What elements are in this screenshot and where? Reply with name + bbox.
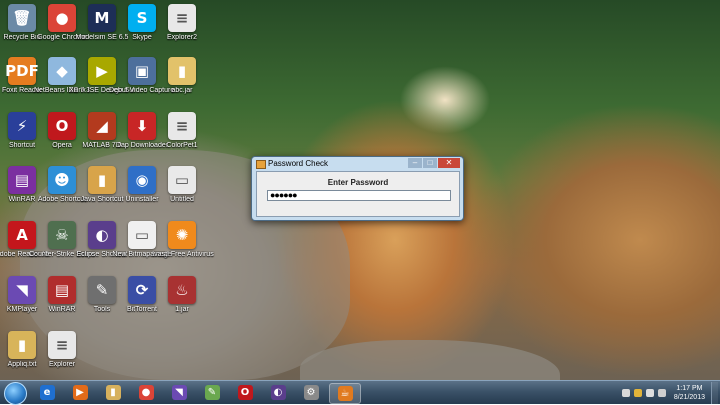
- tray-arrow-icon[interactable]: [621, 388, 630, 397]
- eclipse-icon: ◐: [270, 385, 286, 400]
- clock-time: 1:17 PM: [676, 384, 703, 392]
- start-button[interactable]: [4, 382, 27, 405]
- enter-password-label: Enter Password: [327, 178, 389, 187]
- desktop-icon[interactable]: ♨ 1.jar: [149, 276, 215, 314]
- maximize-button[interactable]: □: [423, 158, 437, 168]
- java-icon: ☕: [337, 386, 353, 401]
- dialog-content: Enter Password ●●●●●●: [256, 171, 460, 217]
- network-icon[interactable]: [645, 388, 654, 397]
- desktop-icon[interactable]: ≡ Explorer: [29, 331, 95, 369]
- show-desktop-button[interactable]: [711, 381, 718, 404]
- media-player-icon: ▶: [72, 385, 88, 400]
- java-icon: [256, 160, 266, 169]
- window-title: Password Check: [268, 159, 329, 168]
- taskbar-button[interactable]: ▮: [98, 383, 128, 402]
- taskbar-button[interactable]: ✎: [197, 383, 227, 402]
- clock[interactable]: 1:17 PM 8/21/2013: [674, 384, 705, 402]
- text-file-icon: ≡: [168, 112, 196, 140]
- avast-icon: ✺: [168, 221, 196, 249]
- taskbar-button[interactable]: ☕: [329, 383, 361, 404]
- flag-icon[interactable]: [633, 388, 642, 397]
- desktop-icon-label: Explorer: [48, 361, 76, 368]
- internet-explorer-icon: e: [39, 385, 55, 400]
- desktop: 🗑 Recycle Bin ● Google Chrome M Modelsim SE 6…: [0, 0, 720, 380]
- taskbar: e ▶ ▮ ● ◥ ✎ O ◐ ⚙ ☕ 1:17 PM 8/21/2013: [0, 380, 720, 405]
- text-file-icon: ≡: [168, 4, 196, 32]
- password-check-window[interactable]: Password Check – □ ✕ Enter Password ●●●●…: [251, 156, 464, 221]
- desktop-icon[interactable]: ≡ ColorPet1: [149, 112, 215, 150]
- rock-background: [300, 340, 560, 380]
- taskbar-button[interactable]: O: [230, 383, 260, 402]
- tools-icon: ✎: [204, 385, 220, 400]
- image-file-icon: ▭: [168, 166, 196, 194]
- volume-icon[interactable]: [657, 388, 666, 397]
- close-button[interactable]: ✕: [438, 158, 460, 168]
- opera-icon: O: [237, 385, 253, 400]
- java-icon: ♨: [168, 276, 196, 304]
- password-input[interactable]: ●●●●●●: [267, 190, 451, 201]
- file-explorer-icon: ▮: [105, 385, 121, 400]
- clock-date: 8/21/2013: [673, 393, 705, 401]
- taskbar-button[interactable]: ◐: [263, 383, 293, 402]
- taskbar-button[interactable]: e: [32, 383, 62, 402]
- desktop-icon[interactable]: ▮ abc.jar: [149, 57, 215, 95]
- system-tray: 1:17 PM 8/21/2013: [620, 381, 718, 404]
- text-file-icon: ≡: [48, 331, 76, 359]
- kmplayer-icon: ◥: [171, 385, 187, 400]
- desktop-icon-label: ColorPet1: [166, 142, 198, 149]
- desktop-icon-label: Untitled: [170, 196, 194, 203]
- desktop-icon[interactable]: ✺ avast! Free Antivirus: [149, 221, 215, 259]
- taskbar-button[interactable]: ◥: [164, 383, 194, 402]
- desktop-icon-label: 1.jar: [175, 306, 189, 313]
- desktop-icon[interactable]: ≡ Explorer2: [149, 4, 215, 42]
- chrome-icon: ●: [138, 385, 154, 400]
- taskbar-button[interactable]: ●: [131, 383, 161, 402]
- desktop-icon-label: Explorer2: [167, 34, 197, 41]
- netbeans-icon: ⚙: [303, 385, 319, 400]
- desktop-icon[interactable]: ▭ Untitled: [149, 166, 215, 204]
- folder-icon: ▮: [168, 57, 196, 85]
- minimize-button[interactable]: –: [408, 158, 422, 168]
- taskbar-button[interactable]: ⚙: [296, 383, 326, 402]
- desktop-icon-label: abc.jar: [171, 87, 193, 94]
- window-titlebar[interactable]: Password Check – □ ✕: [252, 157, 463, 170]
- taskbar-button[interactable]: ▶: [65, 383, 95, 402]
- desktop-icon-label: avast! Free Antivirus: [150, 251, 214, 258]
